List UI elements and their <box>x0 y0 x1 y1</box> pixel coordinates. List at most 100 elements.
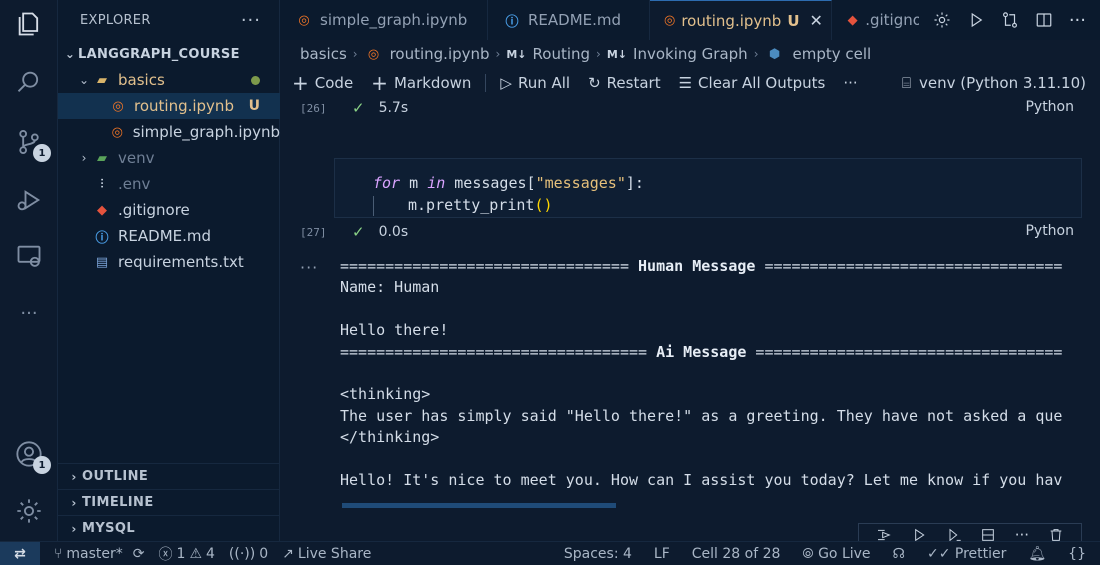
indent-guide <box>373 195 374 216</box>
jupyter-icon: ◎ <box>298 12 310 28</box>
code-text: messages[ <box>445 174 536 192</box>
run-above-icon[interactable] <box>876 527 892 542</box>
tree-item-label: LANGGRAPH_COURSE <box>78 46 240 62</box>
close-tab-icon[interactable]: ✕ <box>810 11 823 30</box>
tree-item-readme[interactable]: ⓘ README.md <box>58 223 280 249</box>
clear-outputs-button[interactable]: ☰ Clear All Outputs <box>679 74 826 92</box>
problems-indicator[interactable]: ⓧ 1 ⚠ 4 <box>159 544 215 564</box>
tree-item-env[interactable]: ⫶ .env <box>58 171 280 197</box>
timeline-section[interactable]: › TIMELINE <box>58 489 280 515</box>
run-all-icon: ▷ <box>500 74 512 92</box>
copilot-icon[interactable]: ☊ <box>893 546 905 562</box>
add-markdown-cell-button[interactable]: + Markdown <box>371 73 471 93</box>
run-icon[interactable] <box>967 11 985 29</box>
tab-label: README.md <box>528 11 622 29</box>
language-mode-indicator[interactable]: {} <box>1068 546 1086 562</box>
run-debug-icon[interactable] <box>13 184 45 216</box>
trash-icon[interactable] <box>1048 527 1064 542</box>
chevron-down-icon: ⌄ <box>78 73 90 87</box>
mysql-section[interactable]: › MYSQL <box>58 515 280 541</box>
output-menu-button[interactable]: ··· <box>300 258 318 277</box>
indentation-indicator[interactable]: Spaces: 4 <box>564 546 632 562</box>
go-live-label: Go Live <box>818 545 871 562</box>
ports-indicator[interactable]: ((·)) 0 <box>229 546 268 562</box>
live-share-icon: ↗ <box>282 545 294 562</box>
cell-language[interactable]: Python <box>1025 99 1074 115</box>
tree-item-venv-folder[interactable]: › ▰ venv <box>58 145 280 171</box>
info-icon: ⓘ <box>95 230 109 246</box>
run-all-button[interactable]: ▷ Run All <box>500 74 570 92</box>
cell-position-indicator[interactable]: Cell 28 of 28 <box>692 546 781 562</box>
sync-icon[interactable]: ⟳ <box>133 546 145 562</box>
antenna-icon: ((·)) <box>228 545 256 562</box>
outline-section[interactable]: › OUTLINE <box>58 463 280 489</box>
tree-item-gitignore[interactable]: ◆ .gitignore <box>58 197 280 223</box>
go-live-button[interactable]: ⦾ Go Live <box>802 546 870 562</box>
split-editor-icon[interactable] <box>1035 11 1053 29</box>
chevron-right-icon: › <box>352 47 358 61</box>
tab-routing[interactable]: ◎ routing.ipynb U ✕ <box>650 0 832 40</box>
status-bar: ⇄ ⑂ master* ⟳ ⓧ 1 ⚠ 4 ((·)) 0 ↗ Live Sha… <box>0 541 1100 565</box>
tab-label: simple_graph.ipynb <box>320 11 468 29</box>
explorer-more-button[interactable]: ··· <box>241 10 261 31</box>
tree-item-requirements[interactable]: ▤ requirements.txt <box>58 249 280 275</box>
toolbar-more-button[interactable]: ··· <box>843 74 857 92</box>
modified-dot-icon <box>251 75 260 85</box>
more-icon[interactable]: ··· <box>1015 526 1029 542</box>
settings-gear-icon[interactable] <box>13 495 45 527</box>
search-icon[interactable] <box>13 66 45 98</box>
human-message-header: Human Message <box>638 257 756 275</box>
eol-indicator[interactable]: LF <box>654 546 670 562</box>
output-horizontal-scrollbar[interactable] <box>342 503 616 508</box>
tab-readme[interactable]: ⓘ README.md <box>488 0 650 40</box>
tree-item-simple-graph-ipynb[interactable]: ◎ simple_graph.ipynb <box>58 119 280 145</box>
breadcrumb-file[interactable]: routing.ipynb <box>390 45 490 63</box>
explorer-icon[interactable] <box>13 8 45 40</box>
accounts-icon[interactable]: 1 <box>13 438 51 474</box>
breadcrumb-heading-invoking-graph[interactable]: Invoking Graph <box>633 45 748 63</box>
tree-item-basics-folder[interactable]: ⌄ ▰ basics <box>58 67 280 93</box>
tab-simple-graph[interactable]: ◎ simple_graph.ipynb <box>280 0 488 40</box>
compare-changes-icon[interactable] <box>1001 11 1019 29</box>
execution-time: 5.7s <box>378 100 409 116</box>
gear-icon[interactable] <box>933 11 951 29</box>
folder-icon: ▰ <box>97 150 107 166</box>
section-label: OUTLINE <box>82 469 149 484</box>
remote-indicator-icon[interactable]: ⇄ <box>0 541 40 565</box>
breadcrumb-heading-routing[interactable]: Routing <box>533 45 591 63</box>
prettier-button[interactable]: ✓✓ Prettier <box>927 546 1006 562</box>
git-icon: ◆ <box>847 12 858 28</box>
clear-all-icon: ☰ <box>678 74 693 92</box>
more-actions-icon[interactable]: ··· <box>1069 10 1086 31</box>
tree-root-folder[interactable]: ⌄ LANGGRAPH_COURSE <box>58 41 280 67</box>
breadcrumb-folder[interactable]: basics <box>300 45 347 63</box>
notifications-bell-icon[interactable]: 🔔︎ <box>1028 546 1046 562</box>
execution-count: [26] <box>300 102 327 115</box>
more-views-icon[interactable]: ··· <box>13 297 45 329</box>
cell-language[interactable]: Python <box>1025 223 1074 239</box>
chevron-right-icon: › <box>71 521 77 536</box>
breadcrumb-cell[interactable]: empty cell <box>793 45 872 63</box>
restart-button[interactable]: ↻ Restart <box>588 74 661 92</box>
live-share-button[interactable]: ↗ Live Share <box>282 546 371 562</box>
branch-indicator[interactable]: ⑂ master* ⟳ <box>54 546 145 562</box>
split-cell-icon[interactable] <box>980 527 996 542</box>
explorer-title: EXPLORER <box>80 12 151 28</box>
remote-explorer-icon[interactable] <box>13 240 45 272</box>
tab-label: routing.ipynb <box>681 11 782 30</box>
code-editor[interactable]: for m in messages["messages"]: m.pretty_… <box>335 159 1081 216</box>
output-text: <thinking> <box>340 385 431 404</box>
chevron-down-icon: ⌄ <box>64 47 76 61</box>
execute-cell-icon[interactable] <box>911 527 927 542</box>
run-below-icon[interactable] <box>946 527 962 542</box>
cell-status: ✓ 5.7s <box>352 99 408 117</box>
ai-message-header: Ai Message <box>656 342 747 361</box>
tree-item-label: README.md <box>118 227 212 245</box>
source-control-icon[interactable]: 1 <box>13 126 51 162</box>
code-keyword: in <box>427 174 446 192</box>
code-cell[interactable]: for m in messages["messages"]: m.pretty_… <box>334 158 1082 218</box>
markdown-icon: M↓ <box>506 47 527 61</box>
add-code-cell-button[interactable]: + Code <box>292 73 353 93</box>
kernel-picker[interactable]: ⌸ venv (Python 3.11.10) <box>902 74 1086 92</box>
tree-item-routing-ipynb[interactable]: ◎ routing.ipynb U <box>58 93 280 119</box>
